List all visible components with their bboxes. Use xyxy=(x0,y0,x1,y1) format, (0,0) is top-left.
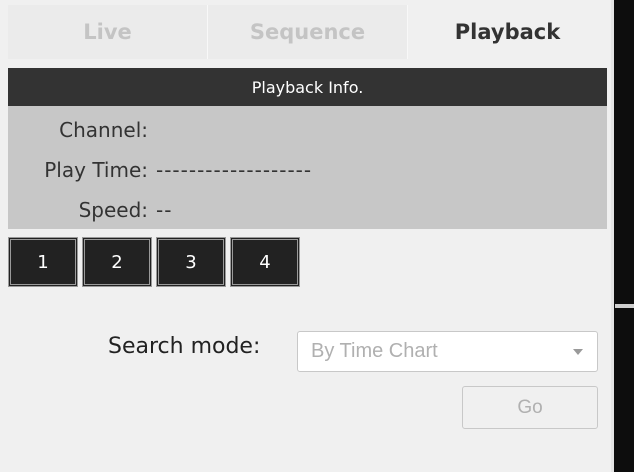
tab-live[interactable]: Live xyxy=(8,5,208,59)
channel-3-button[interactable]: 3 xyxy=(156,237,226,287)
video-area-divider xyxy=(615,304,634,308)
tab-sequence[interactable]: Sequence xyxy=(208,5,408,59)
play-time-label: Play Time: xyxy=(44,158,148,182)
channel-label: Channel: xyxy=(59,118,148,142)
channel-4-button[interactable]: 4 xyxy=(230,237,300,287)
tab-playback[interactable]: Playback xyxy=(408,5,607,59)
speed-label: Speed: xyxy=(78,198,148,222)
search-mode-value: By Time Chart xyxy=(311,340,438,362)
channel-2-button[interactable]: 2 xyxy=(82,237,152,287)
playback-info-panel: Channel: Play Time: ------------------- … xyxy=(8,106,607,229)
info-row-play-time: Play Time: ------------------- xyxy=(8,155,312,185)
search-mode-label: Search mode: xyxy=(108,334,261,359)
channel-1-button[interactable]: 1 xyxy=(8,237,78,287)
mode-tab-bar: Live Sequence Playback xyxy=(8,5,607,59)
info-row-channel: Channel: xyxy=(8,115,156,145)
go-button[interactable]: Go xyxy=(462,386,598,429)
playback-page: Live Sequence Playback Playback Info. Ch… xyxy=(0,0,634,472)
channel-button-group: 1 2 3 4 xyxy=(8,237,300,287)
info-row-speed: Speed: -- xyxy=(8,195,172,225)
search-mode-select[interactable]: By Time Chart xyxy=(297,331,598,372)
speed-value: -- xyxy=(156,198,173,222)
play-time-value: ------------------- xyxy=(156,158,313,182)
chevron-down-icon xyxy=(573,349,583,355)
playback-info-header: Playback Info. xyxy=(8,68,607,106)
video-display-area xyxy=(611,0,634,472)
video-area-edge xyxy=(611,0,614,472)
